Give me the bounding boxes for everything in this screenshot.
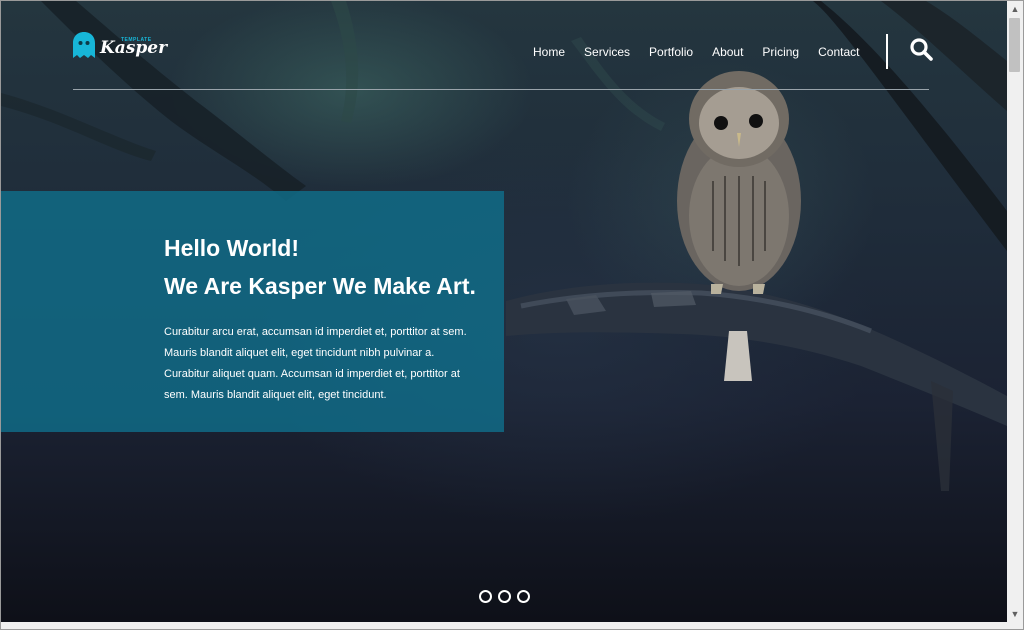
vertical-scrollbar[interactable]: ▲ ▼: [1007, 1, 1023, 622]
hero-text-panel: Hello World! We Are Kasper We Make Art. …: [1, 191, 504, 432]
search-button[interactable]: [909, 37, 935, 63]
nav-item-portfolio[interactable]: Portfolio: [649, 45, 693, 59]
nav-item-about[interactable]: About: [712, 45, 743, 59]
scrollbar-thumb[interactable]: [1009, 18, 1020, 72]
hero-headline-line2: We Are Kasper We Make Art.: [164, 273, 476, 299]
nav-item-pricing[interactable]: Pricing: [762, 45, 799, 59]
ghost-logo-icon: [73, 32, 95, 58]
slider-dot-1[interactable]: [479, 590, 492, 603]
nav-item-services[interactable]: Services: [584, 45, 630, 59]
kasper-logo[interactable]: TEMPLATE Kasper: [73, 32, 167, 62]
header-divider-line: [73, 89, 929, 90]
window-bottom-edge: [1, 622, 1023, 629]
slider-dot-2[interactable]: [498, 590, 511, 603]
scroll-down-arrow-icon[interactable]: ▼: [1007, 606, 1023, 622]
nav-divider: [886, 34, 888, 69]
search-icon: [910, 38, 933, 61]
slider-dot-3[interactable]: [517, 590, 530, 603]
slider-dots: [479, 590, 530, 603]
hero-section: TEMPLATE Kasper Home Services Portfolio …: [1, 1, 1007, 622]
main-nav: Home Services Portfolio About Pricing Co…: [533, 45, 878, 59]
logo-name: Kasper: [100, 38, 168, 58]
hero-headline: Hello World! We Are Kasper We Make Art.: [164, 229, 476, 305]
nav-item-contact[interactable]: Contact: [818, 45, 859, 59]
scroll-up-arrow-icon[interactable]: ▲: [1007, 1, 1023, 17]
hero-paragraph: Curabitur arcu erat, accumsan id imperdi…: [164, 326, 467, 401]
hero-headline-line1: Hello World!: [164, 235, 300, 261]
nav-item-home[interactable]: Home: [533, 45, 565, 59]
